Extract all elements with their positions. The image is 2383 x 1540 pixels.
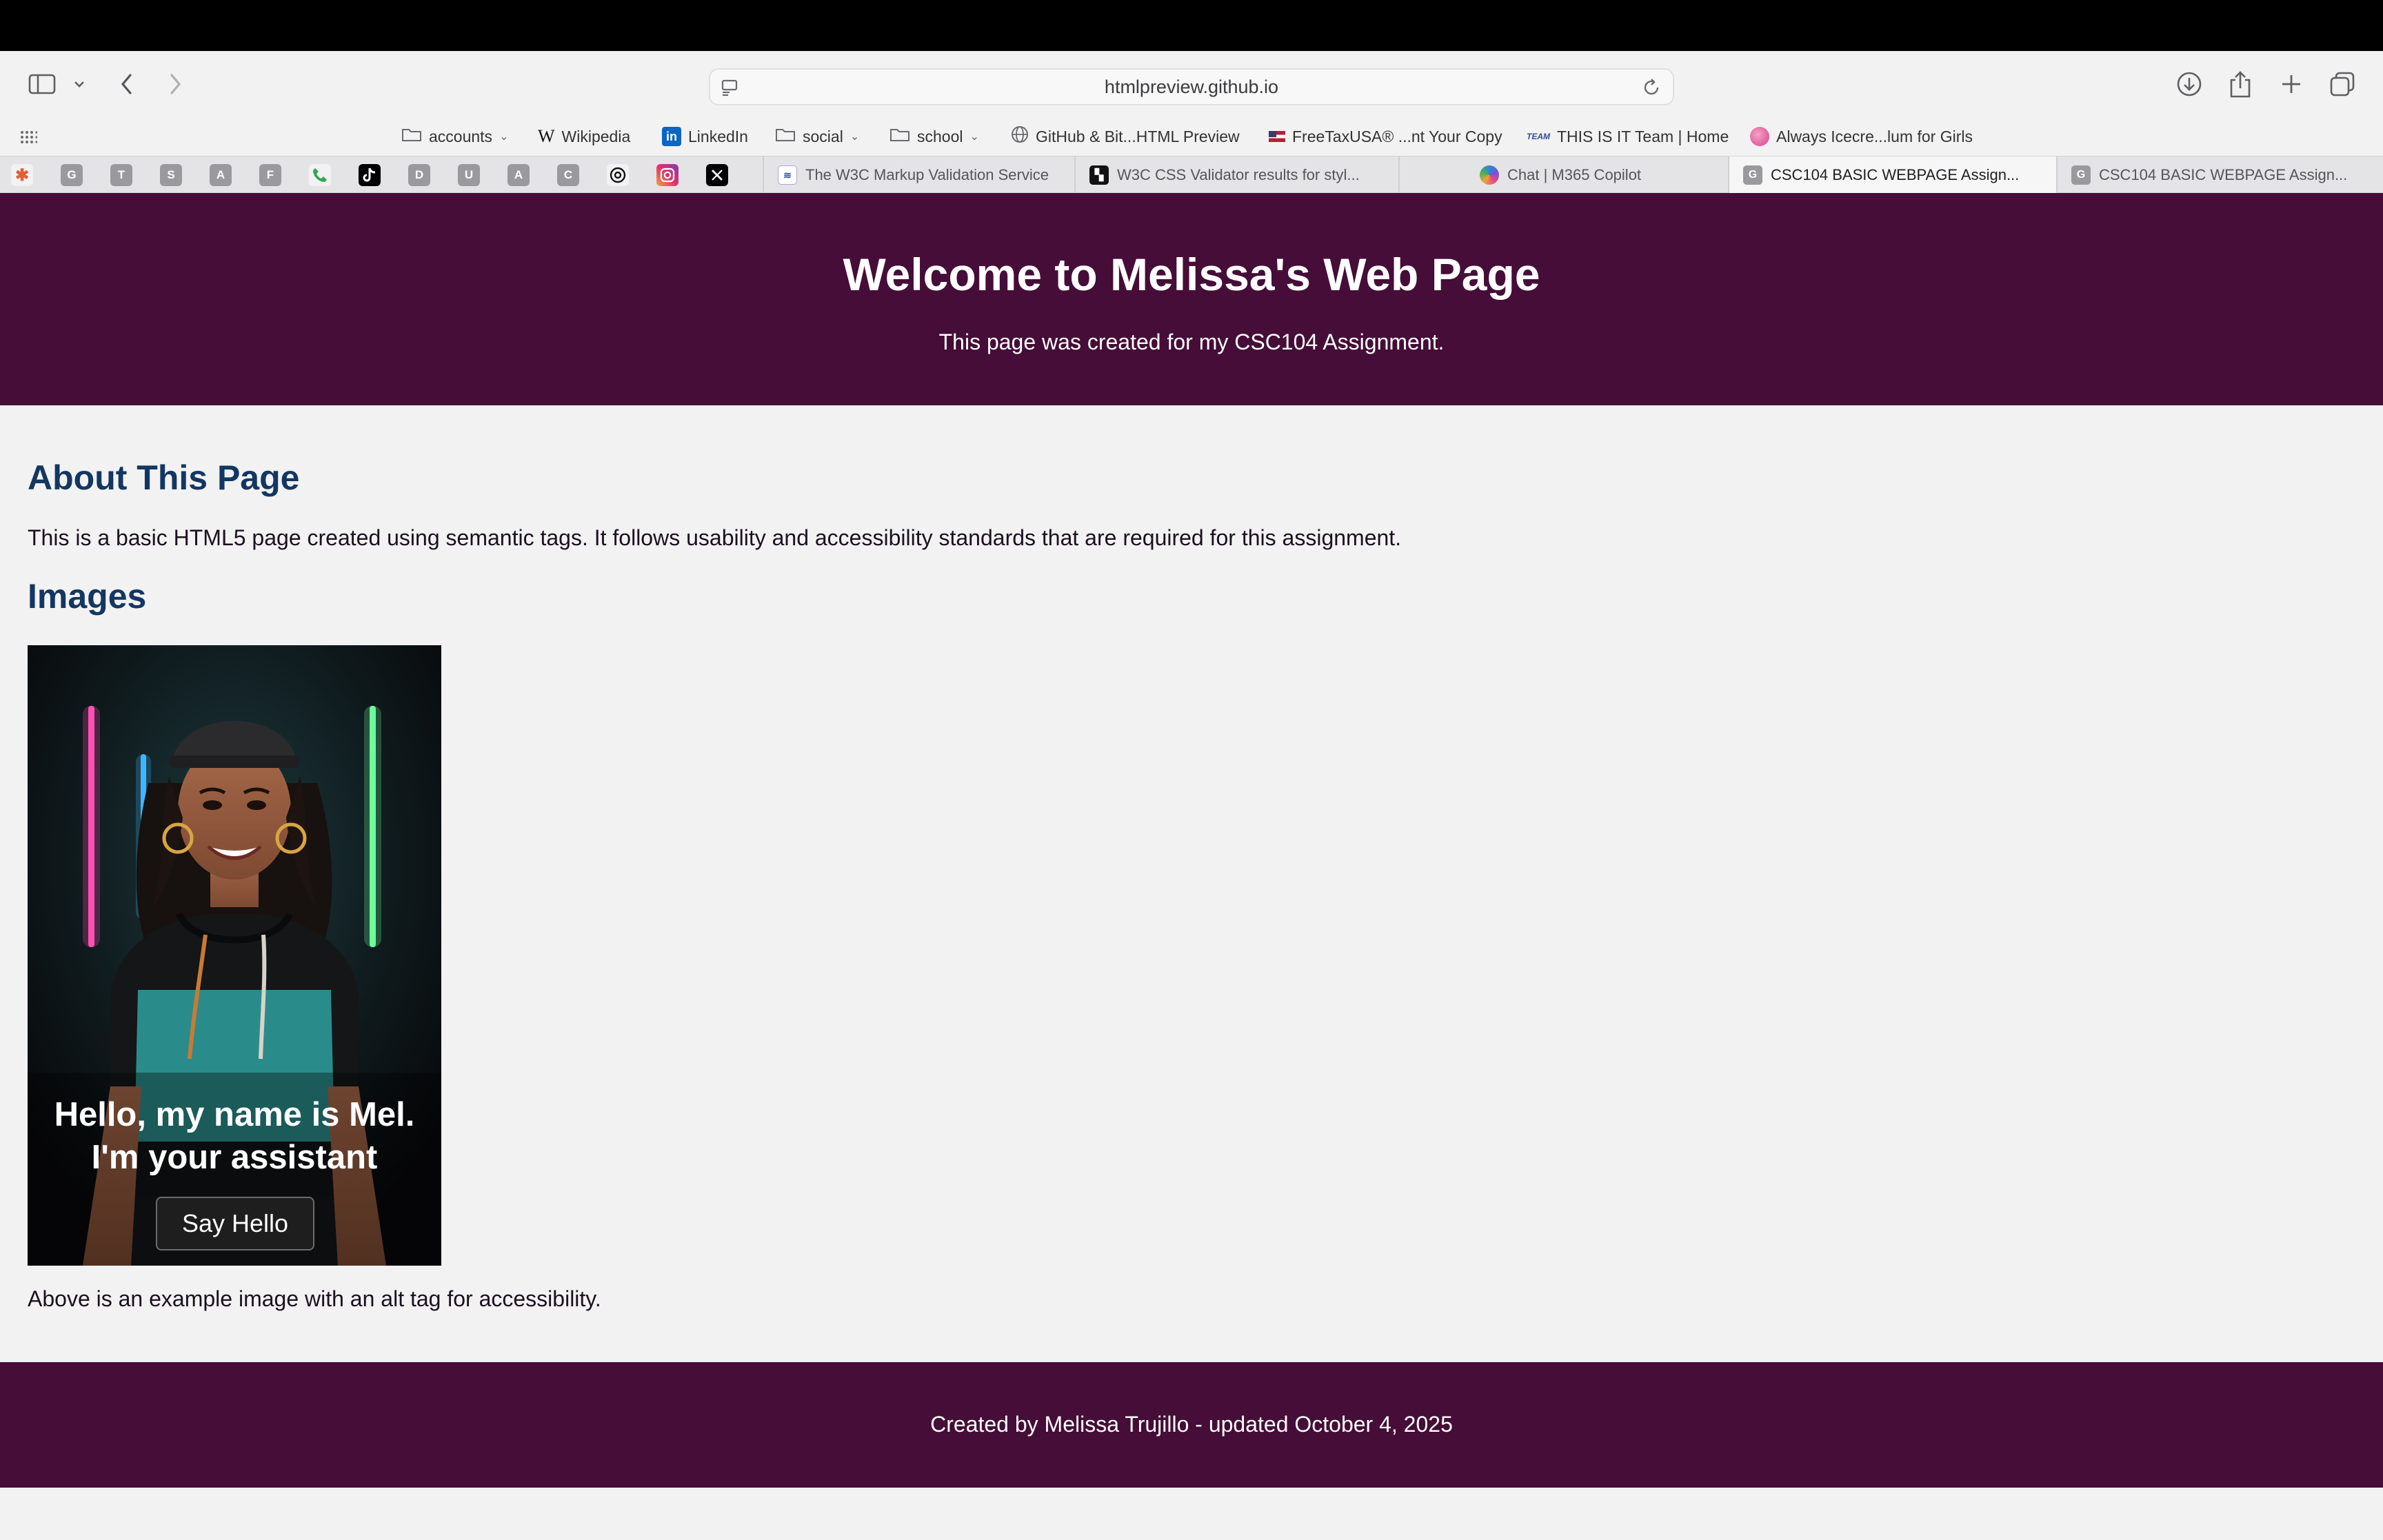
bookmark-school[interactable]: school ⌄ (889, 121, 979, 152)
assistant-image: Hello, my name is Mel. I'm your assistan… (28, 645, 441, 1266)
bookmark-this-is-it-team[interactable]: TEAM THIS IS IT Team | Home (1527, 121, 1729, 152)
g-favicon: G (1743, 165, 1762, 185)
forward-icon[interactable] (163, 68, 188, 101)
downloads-icon[interactable] (2173, 68, 2205, 101)
bookmark-accounts[interactable]: accounts ⌄ (401, 121, 508, 152)
pinned-tab-phone-icon[interactable] (309, 164, 331, 186)
pinned-tab-t[interactable]: T (110, 164, 132, 186)
address-bar[interactable]: htmlpreview.github.io (709, 68, 1674, 105)
folder-icon (889, 127, 910, 146)
globe-icon (1011, 125, 1029, 148)
team-icon: TEAM (1527, 132, 1550, 141)
reload-icon[interactable] (1641, 77, 1662, 103)
share-icon[interactable] (2224, 68, 2256, 101)
image-overlay-text: Hello, my name is Mel. I'm your assistan… (54, 1096, 415, 1176)
linkedin-icon: in (662, 127, 681, 146)
screen: htmlpreview.github.io accounts ⌄ W Wikipe… (0, 0, 2383, 1540)
circle-icon (1750, 127, 1769, 146)
tab-w3c-css-validator[interactable]: ▚ W3C CSS Validator results for styl... (1074, 156, 1398, 194)
css-validator-icon: ▚ (1089, 165, 1109, 185)
page-title: Welcome to Melissa's Web Page (843, 249, 1540, 300)
sidebar-toggle-icon[interactable] (25, 68, 59, 101)
pinned-tab-d[interactable]: D (408, 164, 430, 186)
pinned-tab-f[interactable]: F (259, 164, 281, 186)
tab-w3c-markup-validator[interactable]: ≋ The W3C Markup Validation Service (763, 156, 1074, 194)
copilot-icon (1480, 165, 1499, 185)
tab-csc104-assignment[interactable]: G CSC104 BASIC WEBPAGE Assign... (2056, 156, 2383, 194)
tab-overview-icon[interactable] (2326, 68, 2358, 101)
pinned-tab-g[interactable]: G (61, 164, 83, 186)
page-viewport: Welcome to Melissa's Web Page This page … (0, 193, 2383, 1540)
address-text: htmlpreview.github.io (1104, 76, 1279, 97)
g-favicon: G (2071, 165, 2091, 185)
pinned-tab-a-2[interactable]: A (507, 164, 530, 186)
chevron-down-icon: ⌄ (969, 131, 979, 143)
footer-text: Created by Melissa Trujillo - updated Oc… (930, 1412, 1453, 1437)
tab-m365-copilot[interactable]: Chat | M365 Copilot (1398, 156, 1728, 194)
about-heading: About This Page (28, 458, 300, 497)
folder-icon (775, 127, 796, 146)
bookmark-linkedin[interactable]: in LinkedIn (662, 121, 748, 152)
pinned-tab-u[interactable]: U (458, 164, 480, 186)
tab-csc104-assignment-active[interactable]: G CSC104 BASIC WEBPAGE Assign... (1728, 156, 2056, 194)
bookmark-always-icecream[interactable]: Always Icecre...lum for Girls (1750, 121, 1973, 152)
page-subtitle: This page was created for my CSC104 Assi… (938, 330, 1445, 354)
image-caption: Above is an example image with an alt ta… (28, 1286, 601, 1311)
pinned-tab-instagram-icon[interactable] (656, 164, 678, 186)
site-header: Welcome to Melissa's Web Page This page … (0, 193, 2383, 405)
page-menu-icon[interactable] (720, 78, 739, 102)
wikipedia-icon: W (538, 126, 555, 146)
tab-bar: ✱ G T S A F D U A C ≋ The W3C Markup Val… (0, 156, 2383, 194)
pinned-tab-c[interactable]: C (557, 164, 579, 186)
back-icon[interactable] (114, 68, 139, 101)
flag-icon (1269, 131, 1285, 142)
pinned-tab-x-icon[interactable] (706, 164, 728, 186)
chevron-down-icon: ⌄ (499, 131, 509, 143)
bookmark-github-preview[interactable]: GitHub & Bit...HTML Preview (1011, 121, 1240, 152)
about-text: This is a basic HTML5 page created using… (28, 525, 1402, 550)
bookmark-wikipedia[interactable]: W Wikipedia (538, 121, 630, 152)
pinned-tab-a[interactable]: A (210, 164, 232, 186)
say-hello-button[interactable]: Say Hello (156, 1197, 314, 1250)
chevron-down-icon[interactable] (69, 68, 90, 101)
chevron-down-icon: ⌄ (849, 131, 860, 143)
bookmark-social[interactable]: social ⌄ (775, 121, 859, 152)
bookmark-freetaxusa[interactable]: FreeTaxUSA® ...nt Your Copy (1269, 121, 1502, 152)
pinned-tab-openai-icon[interactable] (607, 164, 629, 186)
images-heading: Images (28, 577, 147, 616)
w3c-icon: ≋ (778, 165, 797, 185)
apps-grid-icon[interactable] (19, 121, 37, 152)
site-footer: Created by Melissa Trujillo - updated Oc… (0, 1362, 2383, 1488)
pinned-tab-asterisk-icon[interactable]: ✱ (11, 164, 33, 186)
pinned-tab-tiktok-icon[interactable] (359, 164, 381, 186)
bookmarks-bar: accounts ⌄ W Wikipedia in LinkedIn social… (0, 117, 2383, 156)
pinned-tab-s[interactable]: S (160, 164, 182, 186)
new-tab-icon[interactable] (2275, 68, 2307, 101)
folder-icon (401, 127, 422, 146)
